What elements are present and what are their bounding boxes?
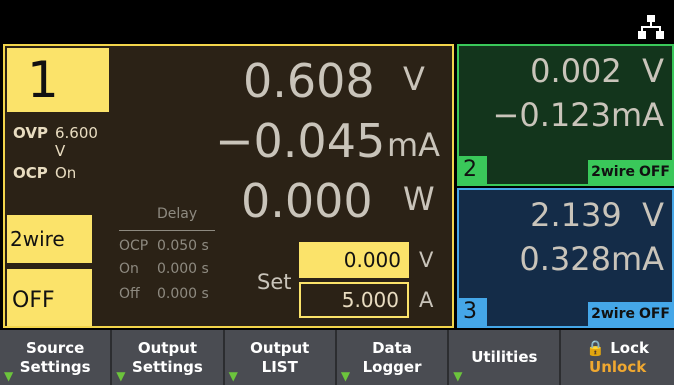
channel-3-panel[interactable]: 2.139 V 0.328mA 3 2wire OFF: [457, 188, 674, 328]
channel-1-number[interactable]: 1: [7, 48, 109, 112]
channel-2-current: −0.123: [492, 96, 611, 134]
lock-icon: 🔒: [586, 338, 605, 357]
delay-on-label: On: [119, 261, 139, 277]
delay-off-label: Off: [119, 286, 140, 302]
submenu-arrow-icon: ▼: [340, 369, 351, 383]
submenu-arrow-icon: ▼: [116, 369, 126, 383]
softkey-label-line2: LIST: [261, 357, 298, 376]
softkey-bar: Source Settings ▼ Output Settings ▼ Outp…: [0, 330, 674, 385]
delay-off-value: 0.000 s: [157, 286, 209, 302]
data-logger-button[interactable]: Data Logger ▼: [336, 330, 450, 385]
delay-on-value: 0.000 s: [157, 261, 209, 277]
channel-2-voltage-unit: V: [642, 52, 664, 90]
set-voltage-unit: V: [419, 248, 434, 272]
set-current-field[interactable]: 5.000: [299, 282, 409, 318]
top-bar: [0, 0, 674, 44]
channel-1-current-unit: mA: [387, 126, 441, 164]
channel-2-voltage-readout: 0.002 V: [530, 52, 664, 90]
channel-1-power: 0.000: [241, 174, 373, 228]
channel-2-number[interactable]: 2: [459, 156, 487, 184]
channel-3-voltage-readout: 2.139 V: [530, 196, 664, 234]
submenu-arrow-icon: ▼: [228, 369, 238, 383]
channel-3-current-readout: 0.328mA: [519, 240, 664, 278]
delay-divider: [119, 230, 215, 231]
softkey-label-line2: Settings: [19, 357, 91, 376]
softkey-label-line1: Output: [250, 338, 310, 357]
submenu-arrow-icon: ▼: [4, 369, 14, 383]
softkey-label-line2: Logger: [362, 357, 422, 376]
lock-unlock-button[interactable]: 🔒 Lock Unlock: [561, 330, 674, 385]
lock-label-row: 🔒 Lock: [561, 339, 673, 358]
softkey-label-line1: Output: [137, 338, 198, 357]
softkey-label-line2: Unlock: [589, 357, 647, 376]
channel-2-wire-mode[interactable]: 2wire: [588, 160, 638, 184]
source-settings-button[interactable]: Source Settings ▼: [0, 330, 113, 385]
channel-1-panel[interactable]: 1 OVP 6.600 V OCP On 2wire OFF 0.608 V −…: [3, 44, 454, 328]
channel-1-wire-mode[interactable]: 2wire: [7, 215, 92, 263]
ocp-label: OCP: [13, 164, 48, 182]
channel-3-number[interactable]: 3: [459, 298, 487, 326]
channel-2-output-state[interactable]: OFF: [636, 160, 672, 184]
channel-2-voltage: 0.002: [530, 52, 622, 90]
channel-3-current-unit: mA: [610, 240, 664, 278]
channel-3-voltage-unit: V: [642, 196, 664, 234]
divider: [7, 263, 92, 267]
delay-ocp-value: 0.050 s: [157, 238, 209, 254]
utilities-button[interactable]: Utilities ▼: [449, 330, 562, 385]
set-current-unit: A: [419, 288, 434, 312]
delay-title: Delay: [157, 206, 198, 222]
channel-3-voltage: 2.139: [530, 196, 622, 234]
channel-2-current-unit: mA: [610, 96, 664, 134]
softkey-label-line1: Lock: [610, 338, 649, 357]
softkey-label-line1: Source: [26, 338, 85, 357]
channel-3-wire-mode[interactable]: 2wire: [588, 302, 638, 326]
channel-2-current-readout: −0.123mA: [493, 96, 664, 134]
set-voltage-field[interactable]: 0.000: [299, 242, 409, 278]
channel-1-output-state[interactable]: OFF: [7, 269, 92, 326]
softkey-label-line2: Settings: [132, 357, 203, 376]
channel-3-current: 0.328: [519, 240, 611, 278]
channel-1-voltage-unit: V: [403, 60, 425, 98]
channel-1-current: −0.045: [215, 114, 386, 168]
channel-1-voltage: 0.608: [243, 54, 375, 108]
ovp-label: OVP: [13, 124, 48, 142]
output-list-button[interactable]: Output LIST ▼: [224, 330, 337, 385]
delay-ocp-label: OCP: [119, 238, 149, 254]
softkey-label-line1: Data: [372, 338, 412, 357]
softkey-label-line1: Utilities: [471, 348, 538, 366]
ocp-value: On: [55, 164, 77, 182]
set-label: Set: [257, 270, 292, 294]
channel-3-output-state[interactable]: OFF: [636, 302, 672, 326]
network-icon: [638, 15, 664, 39]
channel-2-panel[interactable]: 0.002 V −0.123mA 2 2wire OFF: [457, 44, 674, 186]
ovp-value: 6.600 V: [55, 124, 98, 160]
output-settings-button[interactable]: Output Settings ▼: [112, 330, 225, 385]
channel-1-protection: OVP 6.600 V OCP On: [7, 112, 109, 215]
channel-1-power-unit: W: [403, 180, 435, 218]
submenu-arrow-icon: ▼: [453, 369, 463, 383]
